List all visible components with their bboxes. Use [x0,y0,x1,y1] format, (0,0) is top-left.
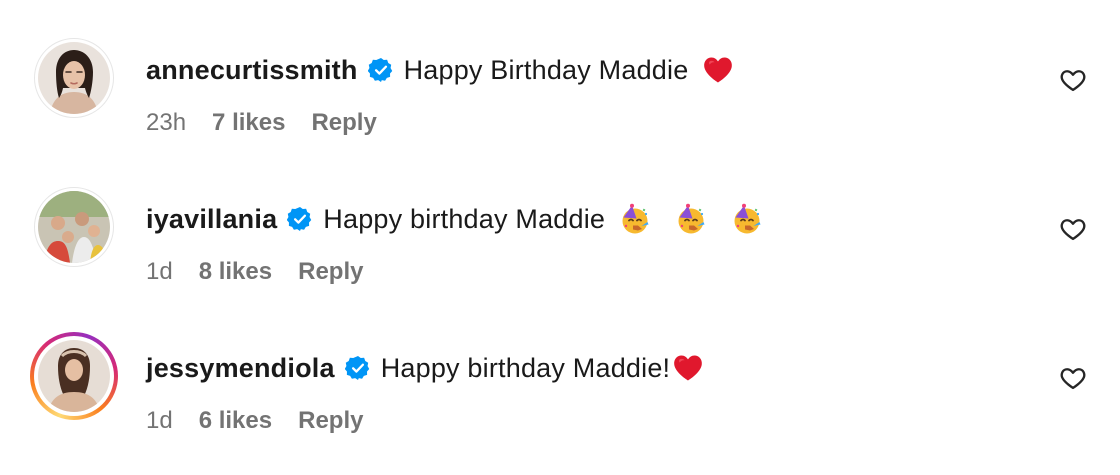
like-button[interactable] [1059,215,1087,243]
comment-body: iyavillania Happy birthday Maddie [146,199,763,239]
red-heart-emoji-icon [672,352,704,384]
profile-photo [38,191,110,263]
verified-badge-icon [368,57,394,83]
comment-item: annecurtissmith Happy Birthday Maddie 23… [0,24,1120,164]
comment-meta: 23h 7 likes Reply [146,106,377,140]
comment-text: Happy Birthday Maddie [403,54,689,85]
comment-timestamp[interactable]: 1d [146,407,173,435]
comment-likes-count[interactable]: 8 likes [199,258,272,286]
comment-meta: 1d 8 likes Reply [146,255,363,289]
heart-outline-icon [1059,215,1087,243]
comment-username[interactable]: jessymendiola [146,353,335,384]
reply-button[interactable]: Reply [298,407,363,435]
comment-body: annecurtissmith Happy Birthday Maddie [146,50,734,90]
profile-photo [38,340,110,412]
heart-outline-icon [1059,364,1087,392]
comment-meta: 1d 6 likes Reply [146,404,363,438]
comment-item: iyavillania Happy birthday Maddie 1d 8 l… [0,173,1120,313]
comment-timestamp[interactable]: 1d [146,258,173,286]
partying-face-emoji-icon [619,203,651,235]
comment-likes-count[interactable]: 7 likes [212,109,285,137]
heart-outline-icon [1059,66,1087,94]
avatar[interactable] [30,183,118,271]
verified-badge-icon [287,206,313,232]
reply-button[interactable]: Reply [311,109,376,137]
partying-face-emoji-icon [675,203,707,235]
comment-text: Happy birthday Maddie [323,203,606,234]
like-button[interactable] [1059,364,1087,392]
verified-badge-icon [345,355,371,381]
comment-username[interactable]: iyavillania [146,204,277,235]
comment-username[interactable]: annecurtissmith [146,55,358,86]
comment-timestamp[interactable]: 23h [146,109,186,137]
avatar[interactable] [30,34,118,122]
comment-likes-count[interactable]: 6 likes [199,407,272,435]
profile-photo [38,42,110,114]
red-heart-emoji-icon [702,54,734,86]
like-button[interactable] [1059,66,1087,94]
comment-text: Happy birthday Maddie! [380,352,671,383]
reply-button[interactable]: Reply [298,258,363,286]
partying-face-emoji-icon [731,203,763,235]
comment-body: jessymendiola Happy birthday Maddie! [146,348,704,388]
avatar-story-ring[interactable] [30,332,118,420]
comment-item: jessymendiola Happy birthday Maddie! 1d … [0,322,1120,462]
